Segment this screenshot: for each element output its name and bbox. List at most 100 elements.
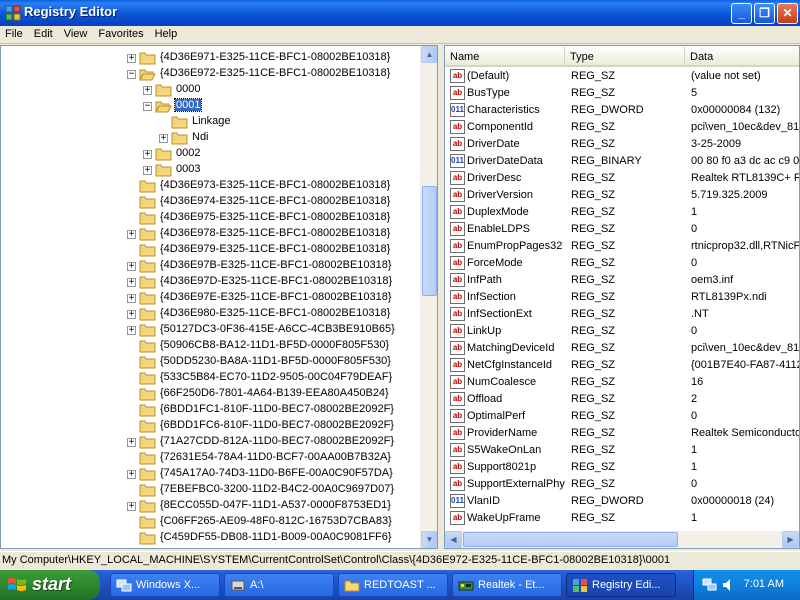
tree-node[interactable]: + {4D36E971-E325-11CE-BFC1-08002BE10318} bbox=[1, 50, 421, 66]
tree-node[interactable]: +0000 bbox=[1, 82, 421, 98]
registry-value-row[interactable]: ab (Default) REG_SZ (value not set) bbox=[445, 68, 799, 85]
tree-node[interactable]: {4D36E975-E325-11CE-BFC1-08002BE10318} bbox=[1, 210, 421, 226]
clock[interactable]: 7:01 AM bbox=[744, 578, 784, 590]
collapse-icon[interactable]: − bbox=[143, 102, 152, 111]
registry-value-row[interactable]: ab EnumPropPages32 REG_SZ rtnicprop32.dll,R… bbox=[445, 238, 799, 255]
registry-value-row[interactable]: ab DuplexMode REG_SZ 1 bbox=[445, 204, 799, 221]
tree-node[interactable]: {72631E54-78A4-11D0-BCF7-00AA00B7B32A} bbox=[1, 450, 421, 466]
expand-icon[interactable]: + bbox=[127, 310, 136, 319]
registry-value-row[interactable]: ab NetCfgInstanceId REG_SZ {001B7E40-FA87-4… bbox=[445, 357, 799, 374]
tree-node-label[interactable]: {4D36E973-E325-11CE-BFC1-08002BE10318} bbox=[159, 179, 391, 191]
tree-node[interactable]: + {4D36E97E-E325-11CE-BFC1-08002BE10318} bbox=[1, 290, 421, 306]
tree-node[interactable]: + {8ECC055D-047F-11D1-A537-0000F8753ED1} bbox=[1, 498, 421, 514]
expand-icon[interactable]: + bbox=[143, 150, 152, 159]
tree-node-label[interactable]: {533C5B84-EC70-11D2-9505-00C04F79DEAF} bbox=[159, 371, 393, 383]
tree-node[interactable]: {7EBEFBC0-3200-11D2-B4C2-00A0C9697D07} bbox=[1, 482, 421, 498]
registry-value-row[interactable]: ab MatchingDeviceId REG_SZ pci\ven_10ec&dev… bbox=[445, 340, 799, 357]
expand-icon[interactable]: + bbox=[127, 54, 136, 63]
registry-value-row[interactable]: ab Offload REG_SZ 2 bbox=[445, 391, 799, 408]
registry-value-row[interactable]: ab NumCoalesce REG_SZ 16 bbox=[445, 374, 799, 391]
tree-node[interactable]: {533C5B84-EC70-11D2-9505-00C04F79DEAF} bbox=[1, 370, 421, 386]
tree-node[interactable]: + {4D36E97B-E325-11CE-BFC1-08002BE10318} bbox=[1, 258, 421, 274]
taskbar-button-redtoast[interactable]: REDTOAST ... bbox=[338, 573, 448, 597]
tree-node-label[interactable]: {50906CB8-BA12-11D1-BF5D-0000F805F530} bbox=[159, 339, 390, 351]
tree-node[interactable]: + {4D36E980-E325-11CE-BFC1-08002BE10318} bbox=[1, 306, 421, 322]
tree-node[interactable]: − {4D36E972-E325-11CE-BFC1-08002BE10318} bbox=[1, 66, 421, 82]
tree-node-label[interactable]: {4D36E980-E325-11CE-BFC1-08002BE10318} bbox=[159, 307, 391, 319]
tree-node[interactable]: + {4D36E97D-E325-11CE-BFC1-08002BE10318} bbox=[1, 274, 421, 290]
tree-node-label[interactable]: {4D36E97E-E325-11CE-BFC1-08002BE10318} bbox=[159, 291, 393, 303]
expand-icon[interactable]: + bbox=[127, 294, 136, 303]
scroll-down-icon[interactable]: ▼ bbox=[421, 531, 437, 548]
tree-node-label[interactable]: {4D36E971-E325-11CE-BFC1-08002BE10318} bbox=[159, 51, 391, 63]
tree-node-label[interactable]: {4D36E979-E325-11CE-BFC1-08002BE10318} bbox=[159, 243, 391, 255]
registry-value-row[interactable]: ab Support8021p REG_SZ 1 bbox=[445, 459, 799, 476]
taskbar-button-realtek[interactable]: Realtek - Et... bbox=[452, 573, 562, 597]
registry-value-row[interactable]: ab SupportExternalPhy REG_SZ 0 bbox=[445, 476, 799, 493]
taskbar-button-drive-a[interactable]: A:\ bbox=[224, 573, 334, 597]
tree-node[interactable]: − 0001 bbox=[1, 98, 421, 114]
tree-node-label[interactable]: {50DD5230-BA8A-11D1-BF5D-0000F805F530} bbox=[159, 355, 392, 367]
tree-node[interactable]: {4D36E973-E325-11CE-BFC1-08002BE10318} bbox=[1, 178, 421, 194]
tree-node[interactable]: + {71A27CDD-812A-11D0-BEC7-08002BE2092F} bbox=[1, 434, 421, 450]
tree-node[interactable]: {6BDD1FC1-810F-11D0-BEC7-08002BE2092F} bbox=[1, 402, 421, 418]
registry-value-row[interactable]: ab WakeUpFrame REG_SZ 1 bbox=[445, 510, 799, 527]
expand-icon[interactable]: + bbox=[127, 326, 136, 335]
tree-node[interactable]: + {4D36E978-E325-11CE-BFC1-08002BE10318} bbox=[1, 226, 421, 242]
tree-node[interactable]: {50906CB8-BA12-11D1-BF5D-0000F805F530} bbox=[1, 338, 421, 354]
menu-edit[interactable]: Edit bbox=[29, 26, 59, 40]
menu-favorites[interactable]: Favorites bbox=[93, 26, 149, 40]
maximize-button[interactable]: ❐ bbox=[754, 3, 775, 24]
registry-value-row[interactable]: ab ForceMode REG_SZ 0 bbox=[445, 255, 799, 272]
tree-node-label[interactable]: {C459DF55-DB08-11D1-B009-00A0C9081FF6} bbox=[159, 531, 393, 543]
tree-node-label[interactable]: 0002 bbox=[175, 147, 201, 159]
volume-icon[interactable] bbox=[721, 577, 737, 593]
registry-value-row[interactable]: ab DriverDate REG_SZ 3-25-2009 bbox=[445, 136, 799, 153]
registry-value-row[interactable]: ab LinkUp REG_SZ 0 bbox=[445, 323, 799, 340]
tree-node-label[interactable]: {C06FF265-AE09-48F0-812C-16753D7CBA83} bbox=[159, 515, 393, 527]
scroll-up-icon[interactable]: ▲ bbox=[421, 46, 437, 63]
tree-node[interactable]: {4D36E979-E325-11CE-BFC1-08002BE10318} bbox=[1, 242, 421, 258]
menu-view[interactable]: View bbox=[59, 26, 94, 40]
tree-node[interactable]: Linkage bbox=[1, 114, 421, 130]
registry-value-row[interactable]: ab DriverVersion REG_SZ 5.719.325.2009 bbox=[445, 187, 799, 204]
expand-icon[interactable]: + bbox=[127, 262, 136, 271]
tree-scroll-thumb[interactable] bbox=[422, 186, 437, 296]
expand-icon[interactable]: + bbox=[127, 230, 136, 239]
expand-icon[interactable]: + bbox=[127, 502, 136, 511]
expand-icon[interactable]: + bbox=[143, 166, 152, 175]
tree-node-label[interactable]: Linkage bbox=[191, 115, 232, 127]
column-header-type[interactable]: Type bbox=[565, 46, 685, 67]
taskbar-button-registry-editor[interactable]: Registry Edi... bbox=[566, 573, 676, 597]
tree-node-label[interactable]: {4D36E97B-E325-11CE-BFC1-08002BE10318} bbox=[159, 259, 393, 271]
registry-value-row[interactable]: 011 Characteristics REG_DWORD 0x00000084 (1… bbox=[445, 102, 799, 119]
tree-node[interactable]: {66F250D6-7801-4A64-B139-EEA80A450B24} bbox=[1, 386, 421, 402]
registry-value-row[interactable]: ab S5WakeOnLan REG_SZ 1 bbox=[445, 442, 799, 459]
tree-node-label[interactable]: {66F250D6-7801-4A64-B139-EEA80A450B24} bbox=[159, 387, 390, 399]
registry-value-row[interactable]: ab InfPath REG_SZ oem3.inf bbox=[445, 272, 799, 289]
tree-node[interactable]: +0002 bbox=[1, 146, 421, 162]
tree-node-label[interactable]: {4D36E975-E325-11CE-BFC1-08002BE10318} bbox=[159, 211, 391, 223]
menu-help[interactable]: Help bbox=[150, 26, 184, 40]
registry-value-row[interactable]: ab InfSectionExt REG_SZ .NT bbox=[445, 306, 799, 323]
tree-node-label[interactable]: {6BDD1FC1-810F-11D0-BEC7-08002BE2092F} bbox=[159, 403, 395, 415]
close-button[interactable]: ✕ bbox=[777, 3, 798, 24]
collapse-icon[interactable]: − bbox=[127, 70, 136, 79]
tree-node[interactable]: + {50127DC3-0F36-415E-A6CC-4CB3BE910B65} bbox=[1, 322, 421, 338]
menu-file[interactable]: File bbox=[0, 26, 29, 40]
expand-icon[interactable]: + bbox=[127, 278, 136, 287]
tree-node-label[interactable]: {50127DC3-0F36-415E-A6CC-4CB3BE910B65} bbox=[159, 323, 396, 335]
tree-node-label[interactable]: {71A27CDD-812A-11D0-BEC7-08002BE2092F} bbox=[159, 435, 395, 447]
tree-node-label[interactable]: {4D36E978-E325-11CE-BFC1-08002BE10318} bbox=[159, 227, 391, 239]
tree-node-label[interactable]: {72631E54-78A4-11D0-BCF7-00AA00B7B32A} bbox=[159, 451, 392, 463]
values-horizontal-scrollbar[interactable]: ◀ ▶ bbox=[445, 531, 799, 548]
expand-icon[interactable]: + bbox=[143, 86, 152, 95]
tree-node[interactable]: +0003 bbox=[1, 162, 421, 178]
tree-node-label[interactable]: 0003 bbox=[175, 163, 201, 175]
tree-node-label[interactable]: {4D36E972-E325-11CE-BFC1-08002BE10318} bbox=[159, 67, 391, 79]
values-list[interactable]: Name Type Data ab (Default) REG_SZ (value n… bbox=[444, 45, 800, 549]
tree-node[interactable]: {C06FF265-AE09-48F0-812C-16753D7CBA83} bbox=[1, 514, 421, 530]
tree-node-label[interactable]: {8ECC055D-047F-11D1-A537-0000F8753ED1} bbox=[159, 499, 392, 511]
tree-node-label[interactable]: {4D36E97D-E325-11CE-BFC1-08002BE10318} bbox=[159, 275, 393, 287]
tree-node[interactable]: + {745A17A0-74D3-11D0-B6FE-00A0C90F57DA} bbox=[1, 466, 421, 482]
